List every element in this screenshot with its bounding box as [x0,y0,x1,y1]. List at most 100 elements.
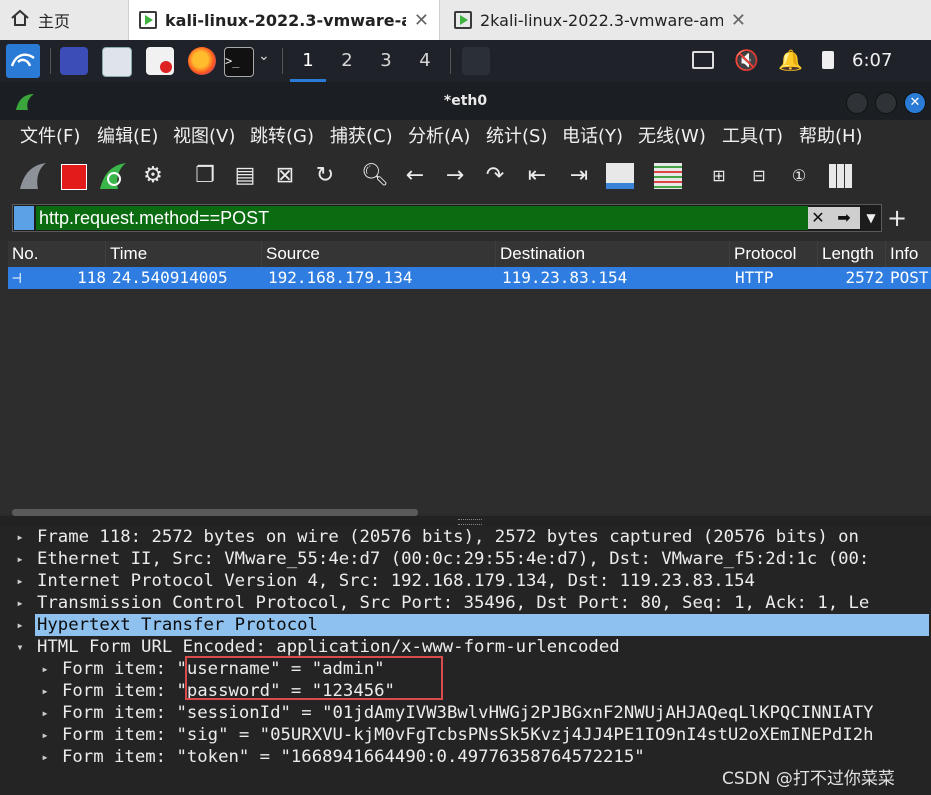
detail-frame-text: Frame 118: 2572 bytes on wire (20576 bit… [37,527,859,547]
close-file-icon[interactable]: ⊠ [268,159,302,193]
zoom-out-icon[interactable]: ⊟ [742,159,776,193]
col-header-time[interactable]: Time [106,241,262,267]
bookmark-icon[interactable] [14,206,34,230]
expand-arrow-icon[interactable]: ▸ [39,680,51,702]
col-header-no[interactable]: No. [8,241,106,267]
expand-arrow-icon[interactable]: ▸ [39,658,51,680]
menu-view[interactable]: 视图(V) [173,120,235,154]
expand-arrow-icon[interactable]: ▸ [39,724,51,746]
menu-statistics[interactable]: 统计(S) [486,120,547,154]
host-tab-home[interactable]: 主页 [0,0,124,40]
go-back-icon[interactable]: ← [398,159,432,193]
clock[interactable]: 6:07 [852,40,892,82]
clear-filter-icon[interactable]: ✕ [808,207,828,229]
terminal-icon[interactable]: >_ [224,47,254,77]
files-icon[interactable] [102,47,132,77]
battery-icon[interactable] [822,51,834,69]
menu-file[interactable]: 文件(F) [20,120,80,154]
host-tab-home-label: 主页 [38,12,71,31]
capture-options-icon[interactable]: ⚙ [136,159,170,193]
apply-filter-icon[interactable]: ➡ [828,207,860,229]
menu-edit[interactable]: 编辑(E) [97,120,158,154]
workspace-4[interactable]: 4 [407,40,443,82]
reload-file-icon[interactable]: ↻ [308,159,342,193]
network-icon[interactable] [692,51,714,69]
vm-icon [139,11,157,29]
close-button[interactable]: ✕ [904,92,926,114]
close-tab-icon[interactable]: ✕ [406,10,429,31]
chevron-down-icon[interactable]: ⌄ [258,48,270,64]
start-capture-icon[interactable] [16,159,50,193]
menu-go[interactable]: 跳转(G) [250,120,314,154]
expand-arrow-icon[interactable]: ▸ [14,614,26,636]
menu-capture[interactable]: 捕获(C) [330,120,393,154]
splitter-grip-icon[interactable] [458,519,482,525]
panel-divider [282,48,283,74]
go-forward-icon[interactable]: → [438,159,472,193]
wireshark-task-icon[interactable] [462,47,490,75]
packet-list-scrollbar[interactable] [12,509,418,516]
expand-arrow-icon[interactable]: ▸ [14,548,26,570]
collapse-arrow-icon[interactable]: ▾ [14,636,26,658]
restart-capture-icon[interactable] [96,159,130,193]
workspace-2[interactable]: 2 [329,40,365,82]
firefox-icon[interactable] [188,47,216,75]
detail-ip[interactable]: ▸ Internet Protocol Version 4, Src: 192.… [0,570,931,592]
expand-arrow-icon[interactable]: ▸ [39,746,51,768]
volume-muted-icon[interactable]: 🔇 [734,48,759,72]
col-header-info[interactable]: Info [886,241,931,267]
detail-ethernet[interactable]: ▸ Ethernet II, Src: VMware_55:4e:d7 (00:… [0,548,931,570]
expand-arrow-icon[interactable]: ▸ [14,592,26,614]
first-packet-icon[interactable]: ⇤ [520,159,554,193]
menu-tools[interactable]: 工具(T) [722,120,783,154]
bell-icon[interactable]: 🔔 [778,48,803,72]
maximize-button[interactable] [875,92,897,114]
detail-form-password[interactable]: ▸ Form item: "password" = "123456" [0,680,931,702]
colorize-icon[interactable] [650,159,686,193]
host-tab-kali-2[interactable]: 2kali-linux-2022.3-vmware-amd... ✕ [444,0,756,40]
kali-menu-icon[interactable] [6,44,40,78]
stop-capture-icon[interactable] [56,159,90,193]
workspace-1[interactable]: 1 [290,40,326,82]
go-to-packet-icon[interactable]: ↷ [478,159,512,193]
workspace-3[interactable]: 3 [368,40,404,82]
expand-arrow-icon[interactable]: ▸ [14,570,26,592]
add-filter-button-icon[interactable]: + [886,204,908,232]
show-desktop-icon[interactable] [60,47,88,75]
cell-no: 118 [77,268,106,287]
close-tab-icon[interactable]: ✕ [723,10,746,31]
menu-wireless[interactable]: 无线(W) [638,120,706,154]
detail-frame[interactable]: ▸ Frame 118: 2572 bytes on wire (20576 b… [0,526,931,548]
col-header-protocol[interactable]: Protocol [730,241,818,267]
detail-form-text: HTML Form URL Encoded: application/x-www… [37,637,620,657]
cell-length: 2572 [845,268,884,287]
col-header-source[interactable]: Source [262,241,496,267]
display-filter-input[interactable] [36,206,808,230]
detail-form[interactable]: ▾ HTML Form URL Encoded: application/x-w… [0,636,931,658]
detail-form-sessionid[interactable]: ▸ Form item: "sessionId" = "01jdAmyIVW3B… [0,702,931,724]
text-editor-icon[interactable] [146,47,174,75]
find-packet-icon[interactable]: 🔍︎ [358,159,392,193]
open-file-icon[interactable]: ❐ [188,159,222,193]
detail-form-sig[interactable]: ▸ Form item: "sig" = "05URXVU-kjM0vFgTcb… [0,724,931,746]
normal-size-icon[interactable]: ① [782,159,816,193]
cell-time: 24.540914005 [112,268,228,287]
minimize-button[interactable] [846,92,868,114]
detail-http[interactable]: ▸ Hypertext Transfer Protocol [0,614,931,636]
filter-history-chevron-icon[interactable]: ▼ [862,207,880,229]
host-tab-kali-1[interactable]: kali-linux-2022.3-vmware-a... ✕ [128,0,440,40]
col-header-length[interactable]: Length [818,241,886,267]
expand-arrow-icon[interactable]: ▸ [39,702,51,724]
col-header-destination[interactable]: Destination [496,241,730,267]
menu-analyze[interactable]: 分析(A) [408,120,470,154]
resize-columns-icon[interactable] [824,159,858,193]
save-file-icon[interactable]: ▤ [228,159,262,193]
zoom-in-icon[interactable]: ⊞ [702,159,736,193]
auto-scroll-icon[interactable] [602,159,638,193]
detail-tcp[interactable]: ▸ Transmission Control Protocol, Src Por… [0,592,931,614]
menu-help[interactable]: 帮助(H) [799,120,863,154]
expand-arrow-icon[interactable]: ▸ [14,526,26,548]
last-packet-icon[interactable]: ⇥ [562,159,596,193]
detail-form-username[interactable]: ▸ Form item: "username" = "admin" [0,658,931,680]
menu-telephony[interactable]: 电话(Y) [562,120,623,154]
